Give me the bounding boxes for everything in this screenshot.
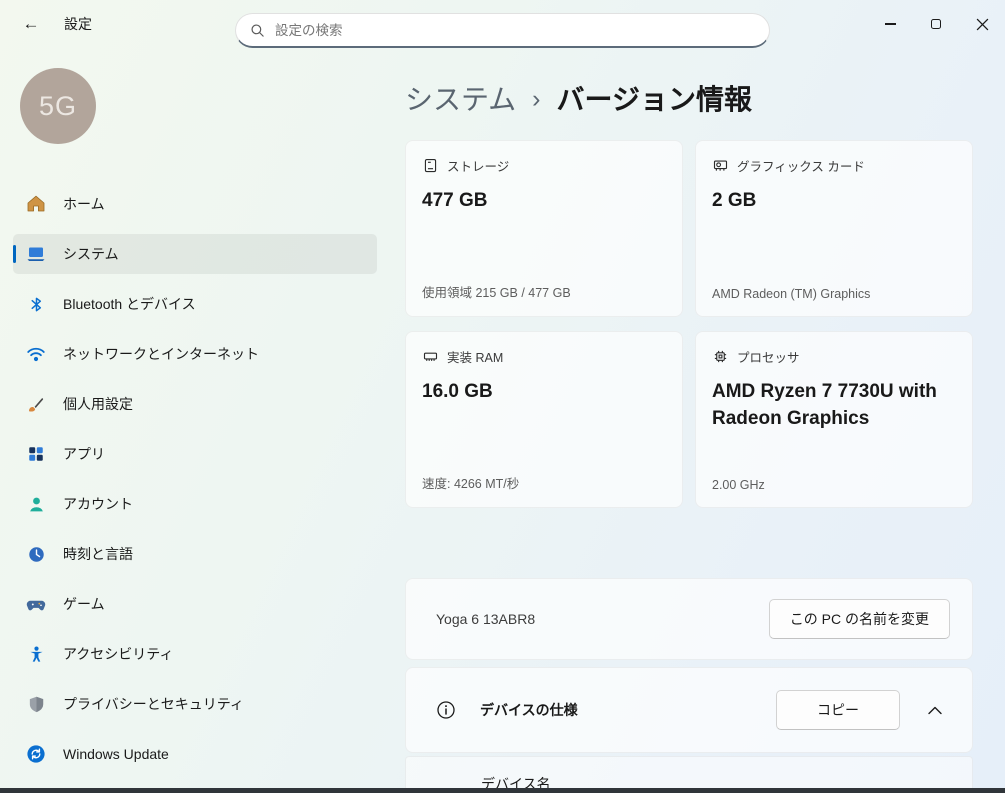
sidebar-item-home[interactable]: ホーム — [13, 184, 377, 224]
ram-card: 実装 RAM 16.0 GB 速度: 4266 MT/秒 — [405, 331, 683, 508]
device-name-card: Yoga 6 13ABR8 この PC の名前を変更 — [405, 578, 973, 660]
main-content: システム › バージョン情報 ストレージ 477 GB 使用領域 215 GB … — [390, 48, 1005, 793]
home-icon — [25, 193, 47, 215]
sidebar-item-label: Bluetooth とデバイス — [63, 294, 196, 314]
bluetooth-icon — [25, 293, 47, 315]
graphics-card-card: グラフィックス カード 2 GB AMD Radeon (TM) Graphic… — [695, 140, 973, 317]
accounts-icon — [25, 493, 47, 515]
sidebar-item-label: プライバシーとセキュリティ — [63, 694, 244, 714]
storage-card-header: ストレージ — [422, 156, 666, 175]
storage-icon — [422, 158, 438, 174]
sidebar-item-bluetooth-devices[interactable]: Bluetooth とデバイス — [13, 284, 377, 324]
sidebar-item-label: ゲーム — [63, 594, 105, 614]
close-icon — [976, 18, 989, 31]
sidebar-item-accounts[interactable]: アカウント — [13, 484, 377, 524]
network-icon — [25, 343, 47, 365]
windows-update-icon — [25, 743, 47, 765]
card-title: ストレージ — [447, 156, 509, 175]
titlebar: ← 設定 — [0, 0, 1005, 48]
breadcrumb-system-link[interactable]: システム — [405, 78, 516, 118]
search-input[interactable] — [275, 23, 755, 38]
sidebar-item-label: システム — [63, 244, 119, 264]
device-name: Yoga 6 13ABR8 — [436, 611, 535, 627]
card-subtext: 速度: 4266 MT/秒 — [422, 473, 666, 492]
sidebar-item-label: アクセシビリティ — [63, 644, 173, 664]
sidebar-nav: ホーム システム Bluetooth とデバイス ネットワークとインターネット — [13, 184, 377, 774]
sidebar-item-label: アカウント — [63, 494, 133, 514]
window-controls — [867, 0, 1005, 48]
accessibility-icon — [25, 643, 47, 665]
processor-card-header: プロセッサ — [712, 347, 956, 366]
breadcrumb: システム › バージョン情報 — [405, 78, 973, 118]
sidebar-item-personalization[interactable]: 個人用設定 — [13, 384, 377, 424]
minimize-icon — [885, 23, 896, 24]
card-value: 16.0 GB — [422, 379, 666, 406]
time-language-icon — [25, 543, 47, 565]
sidebar-item-apps[interactable]: アプリ — [13, 434, 377, 474]
copy-button[interactable]: コピー — [776, 690, 900, 730]
card-value: AMD Ryzen 7 7730U with Radeon Graphics — [712, 379, 956, 432]
personalization-icon — [25, 393, 47, 415]
card-value: 477 GB — [422, 188, 666, 215]
minimize-button[interactable] — [867, 0, 913, 48]
sidebar-item-label: Windows Update — [63, 746, 169, 762]
apps-icon — [25, 443, 47, 465]
storage-card: ストレージ 477 GB 使用領域 215 GB / 477 GB — [405, 140, 683, 317]
back-arrow-icon: ← — [23, 14, 40, 34]
sidebar-item-label: ホーム — [63, 194, 105, 214]
window-bottom-edge — [0, 788, 1005, 793]
processor-card: プロセッサ AMD Ryzen 7 7730U with Radeon Grap… — [695, 331, 973, 508]
sidebar-item-label: アプリ — [63, 444, 105, 464]
avatar[interactable]: 5G — [20, 68, 96, 144]
card-title: 実装 RAM — [447, 347, 503, 366]
sidebar-item-windows-update[interactable]: Windows Update — [13, 734, 377, 774]
page-title: バージョン情報 — [557, 78, 752, 118]
sidebar-item-label: 時刻と言語 — [63, 544, 133, 564]
close-button[interactable] — [959, 0, 1005, 48]
sidebar-item-time-language[interactable]: 時刻と言語 — [13, 534, 377, 574]
search-box[interactable] — [235, 13, 770, 48]
card-subtext: AMD Radeon (TM) Graphics — [712, 287, 956, 301]
ram-icon — [422, 349, 438, 365]
back-button[interactable]: ← — [14, 9, 48, 39]
device-specs-title: デバイスの仕様 — [480, 700, 578, 720]
privacy-icon — [25, 693, 47, 715]
maximize-icon — [931, 19, 941, 29]
gaming-icon — [25, 593, 47, 615]
card-value: 2 GB — [712, 188, 956, 215]
card-subtext: 使用領域 215 GB / 477 GB — [422, 282, 666, 301]
sidebar-item-gaming[interactable]: ゲーム — [13, 584, 377, 624]
sidebar-item-network-internet[interactable]: ネットワークとインターネット — [13, 334, 377, 374]
card-subtext: 2.00 GHz — [712, 478, 956, 492]
sidebar: 5G ホーム システム Bluetooth とデバイス ネットワークとインタ — [0, 48, 390, 793]
card-title: グラフィックス カード — [737, 156, 865, 175]
avatar-label: 5G — [39, 91, 77, 122]
device-specs-expander[interactable]: デバイスの仕様 コピー — [405, 667, 973, 753]
sidebar-item-system[interactable]: システム — [13, 234, 377, 274]
breadcrumb-separator-icon: › — [532, 83, 540, 114]
ram-card-header: 実装 RAM — [422, 347, 666, 366]
sidebar-item-label: ネットワークとインターネット — [63, 344, 259, 364]
chevron-up-icon[interactable] — [928, 706, 942, 715]
search-icon — [250, 23, 265, 38]
spec-cards-grid: ストレージ 477 GB 使用領域 215 GB / 477 GB グラフィック… — [405, 140, 973, 508]
info-icon — [436, 700, 456, 720]
sidebar-item-label: 個人用設定 — [63, 394, 133, 414]
graphics-card-header: グラフィックス カード — [712, 156, 956, 175]
system-icon — [25, 243, 47, 265]
sidebar-item-accessibility[interactable]: アクセシビリティ — [13, 634, 377, 674]
sidebar-item-privacy-security[interactable]: プライバシーとセキュリティ — [13, 684, 377, 724]
gpu-icon — [712, 158, 728, 174]
maximize-button[interactable] — [913, 0, 959, 48]
card-title: プロセッサ — [737, 347, 800, 366]
rename-pc-button[interactable]: この PC の名前を変更 — [769, 599, 950, 639]
app-title: 設定 — [64, 14, 92, 34]
cpu-icon — [712, 349, 728, 365]
